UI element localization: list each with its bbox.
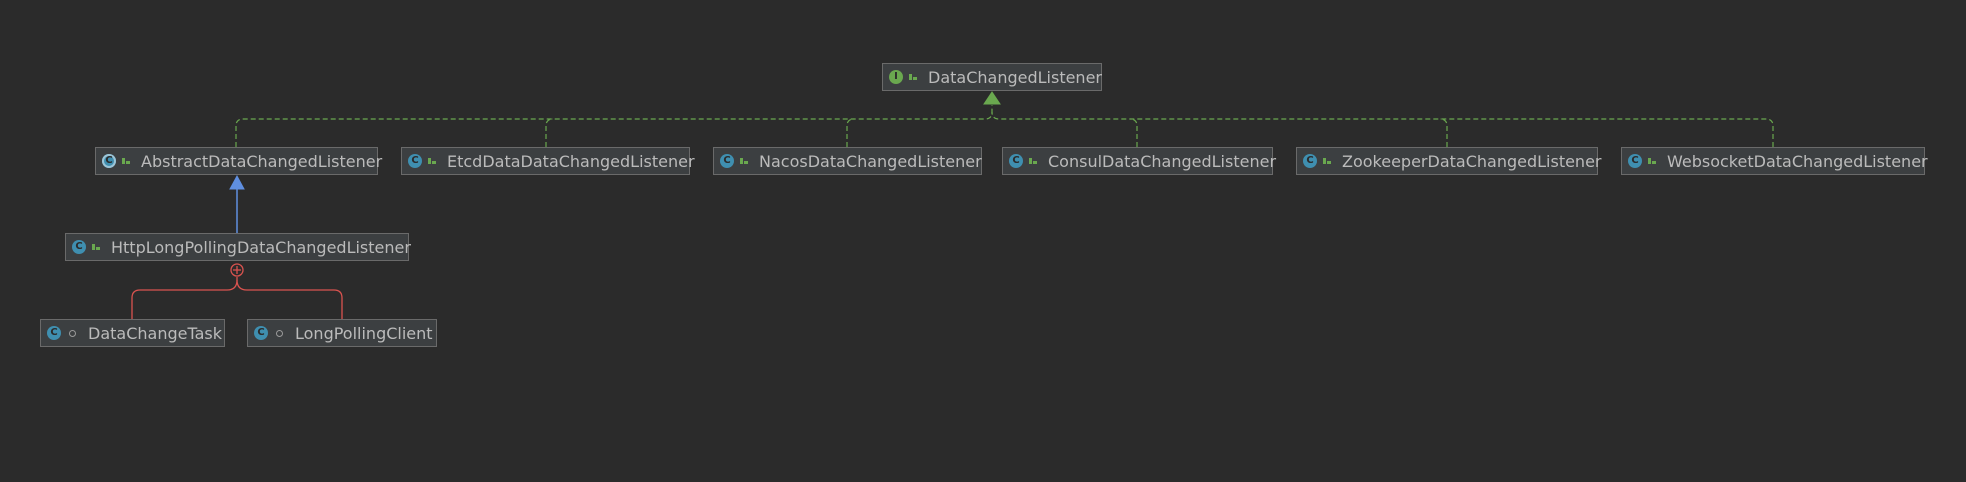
node-label: EtcdDataDataChangedListener bbox=[447, 151, 695, 171]
public-access-icon bbox=[122, 157, 130, 165]
node-label: HttpLongPollingDataChangedListener bbox=[111, 237, 411, 257]
public-access-icon bbox=[740, 157, 748, 165]
node-label: DataChangeTask bbox=[88, 323, 222, 343]
node-label: ConsulDataChangedListener bbox=[1048, 151, 1277, 171]
class-icon: C bbox=[720, 154, 734, 168]
abstract-class-icon: C bbox=[102, 154, 116, 168]
inner-class-edge-long-polling-client bbox=[236, 279, 343, 319]
implements-edge-etcd bbox=[545, 118, 554, 147]
node-data-change-task[interactable]: C DataChangeTask bbox=[40, 319, 225, 347]
interface-icon: I bbox=[889, 70, 903, 84]
public-access-icon bbox=[428, 157, 436, 165]
node-consul-data-changed-listener[interactable]: C ConsulDataChangedListener bbox=[1002, 147, 1277, 175]
class-icon: C bbox=[1009, 154, 1023, 168]
class-icon: C bbox=[72, 240, 86, 254]
public-access-icon bbox=[1648, 157, 1656, 165]
public-access-icon bbox=[909, 73, 917, 81]
implements-edge-nacos bbox=[846, 118, 855, 147]
extends-arrowhead bbox=[229, 174, 245, 190]
node-label: AbstractDataChangedListener bbox=[141, 151, 383, 171]
node-etcd-data-data-changed-listener[interactable]: C EtcdDataDataChangedListener bbox=[401, 147, 695, 175]
package-access-icon bbox=[69, 329, 76, 337]
implements-edge-zookeeper bbox=[1439, 118, 1448, 147]
node-label: DataChangedListener bbox=[928, 67, 1102, 87]
public-access-icon bbox=[92, 243, 100, 251]
node-nacos-data-changed-listener[interactable]: C NacosDataChangedListener bbox=[713, 147, 982, 175]
inner-class-edge-data-change-task bbox=[131, 277, 238, 319]
class-icon: C bbox=[1303, 154, 1317, 168]
node-label: NacosDataChangedListener bbox=[759, 151, 982, 171]
public-access-icon bbox=[1323, 157, 1331, 165]
node-abstract-data-changed-listener[interactable]: C AbstractDataChangedListener bbox=[95, 147, 382, 175]
node-zookeeper-data-changed-listener[interactable]: C ZookeeperDataChangedListener bbox=[1296, 147, 1602, 175]
package-access-icon bbox=[276, 329, 283, 337]
class-icon: C bbox=[47, 326, 61, 340]
public-access-icon bbox=[1029, 157, 1037, 165]
node-label: LongPollingClient bbox=[295, 323, 433, 343]
node-label: ZookeeperDataChangedListener bbox=[1342, 151, 1602, 171]
node-long-polling-client[interactable]: C LongPollingClient bbox=[247, 319, 437, 347]
node-websocket-data-changed-listener[interactable]: C WebsocketDataChangedListener bbox=[1621, 147, 1928, 175]
node-http-long-polling-data-changed-listener[interactable]: C HttpLongPollingDataChangedListener bbox=[65, 233, 411, 261]
implements-edge-websocket bbox=[991, 111, 1774, 147]
implements-arrowhead bbox=[983, 91, 1001, 105]
implements-edge-consul bbox=[1129, 118, 1138, 147]
implements-edge-abstract bbox=[235, 105, 993, 147]
class-icon: C bbox=[408, 154, 422, 168]
node-data-changed-listener[interactable]: I DataChangedListener bbox=[882, 63, 1102, 91]
class-icon: C bbox=[1628, 154, 1642, 168]
class-icon: C bbox=[254, 326, 268, 340]
node-label: WebsocketDataChangedListener bbox=[1667, 151, 1928, 171]
